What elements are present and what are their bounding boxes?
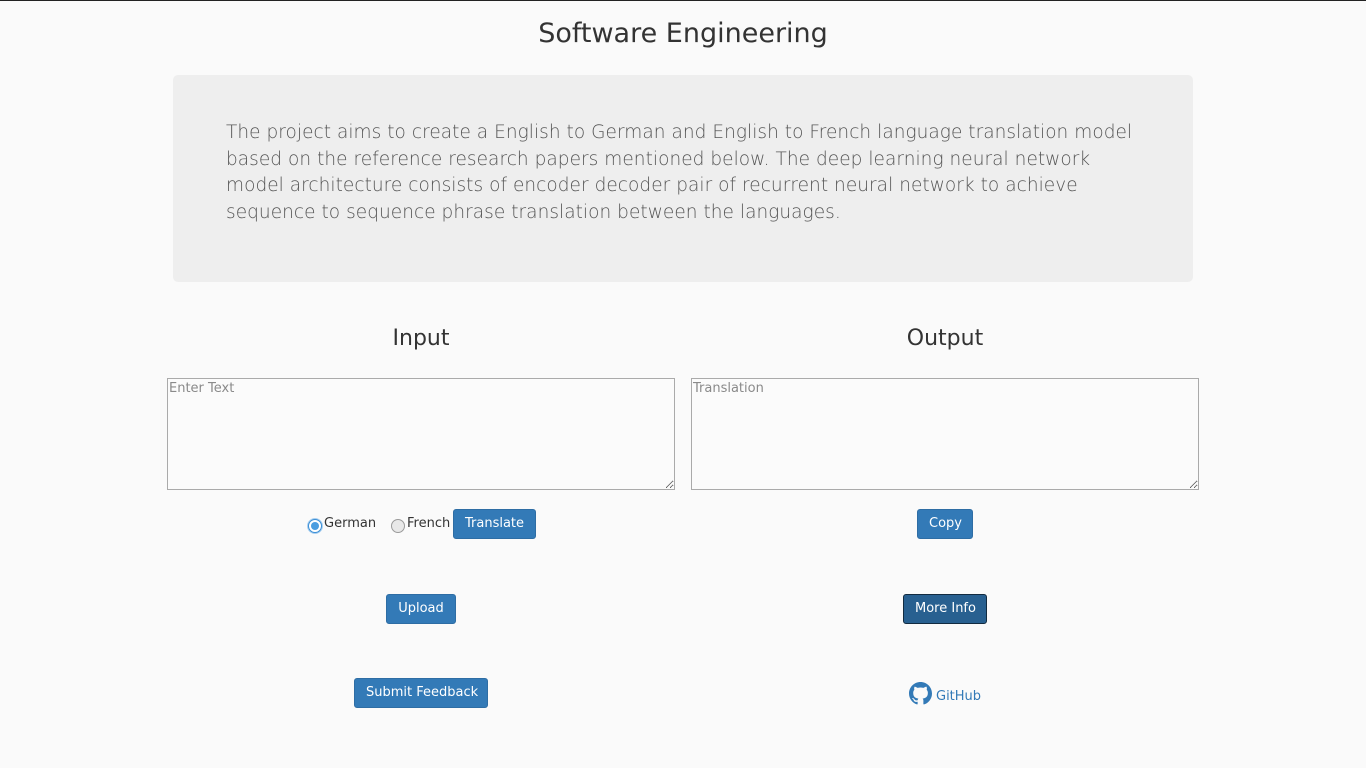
input-heading: Input bbox=[392, 326, 450, 351]
german-radio[interactable] bbox=[308, 519, 322, 533]
github-icon bbox=[909, 681, 932, 705]
submit-feedback-button[interactable]: Submit Feedback bbox=[354, 678, 488, 708]
upload-button[interactable]: Upload bbox=[386, 594, 456, 624]
output-textarea[interactable] bbox=[691, 378, 1199, 490]
german-radio-label: German bbox=[324, 516, 377, 531]
page-title: Software Engineering bbox=[538, 18, 828, 49]
intro-text: The project aims to create a English to … bbox=[226, 122, 1133, 223]
translate-button[interactable]: Translate bbox=[453, 509, 536, 539]
github-link[interactable]: GitHub bbox=[909, 681, 981, 705]
intro-panel: The project aims to create a English to … bbox=[173, 75, 1193, 282]
french-radio-label: French bbox=[407, 516, 451, 531]
french-radio[interactable] bbox=[391, 519, 405, 533]
output-heading: Output bbox=[906, 326, 984, 351]
copy-button[interactable]: Copy bbox=[917, 509, 973, 539]
more-info-button[interactable]: More Info bbox=[903, 594, 987, 624]
github-label: GitHub bbox=[936, 688, 982, 704]
input-textarea[interactable] bbox=[167, 378, 675, 490]
